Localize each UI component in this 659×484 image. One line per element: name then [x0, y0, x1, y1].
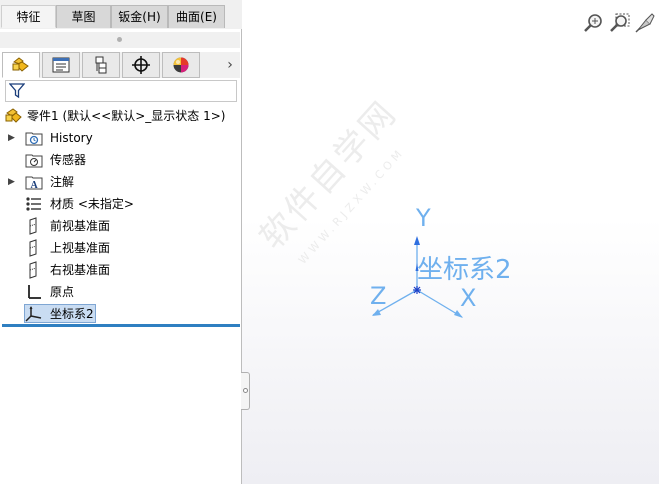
- tab-displaymanager[interactable]: [162, 52, 200, 78]
- rollback-bar[interactable]: [2, 324, 240, 327]
- appearance-sphere-icon: [173, 57, 189, 73]
- z-axis-arrow: [372, 309, 381, 316]
- origin-icon: [28, 285, 41, 299]
- tree-item-label: 上视基准面: [50, 241, 111, 255]
- tree-item-label: History: [50, 131, 93, 145]
- tree-item-label: 注解: [50, 175, 75, 189]
- grip-dot-icon: [117, 37, 122, 42]
- plane-icon: [29, 217, 37, 235]
- tab-sketch[interactable]: 草图: [56, 5, 111, 28]
- zoom-to-area-icon[interactable]: [609, 12, 631, 34]
- tab-featuremanager[interactable]: [2, 52, 40, 78]
- coordinate-system-icon: [25, 306, 42, 322]
- filter-funnel-icon: [9, 83, 25, 99]
- plane-icon: [29, 239, 37, 257]
- tree-item-label: 原点: [50, 285, 75, 299]
- tree-item-label: 前视基准面: [50, 219, 111, 233]
- tree-item-right-plane[interactable]: 右视基准面: [8, 260, 240, 280]
- tree-item-front-plane[interactable]: 前视基准面: [8, 216, 240, 236]
- part-icon: [5, 108, 22, 123]
- annotation-folder-icon: A: [25, 176, 43, 191]
- zoom-to-fit-icon[interactable]: [583, 12, 605, 34]
- tree-item-label: 右视基准面: [50, 263, 111, 277]
- expand-arrow-icon[interactable]: ▶: [8, 128, 16, 148]
- tab-propertymanager[interactable]: [42, 52, 80, 78]
- tree-item-material[interactable]: 材质 <未指定>: [8, 194, 240, 214]
- tree-item-sensors[interactable]: 传感器: [8, 150, 240, 170]
- configuration-icon: [95, 56, 107, 74]
- expand-arrow-icon[interactable]: ▶: [8, 172, 16, 192]
- splitter-grip-icon: [243, 388, 248, 393]
- z-axis-label: Z: [370, 282, 387, 310]
- tabs-more-chevron-icon[interactable]: ›: [223, 56, 237, 74]
- tree-item-label: 传感器: [50, 153, 87, 167]
- coordinate-system-label: 坐标系2: [417, 255, 512, 285]
- tab-sheet-metal[interactable]: 钣金(H): [111, 5, 168, 28]
- plane-icon: [29, 261, 37, 279]
- origin-star-icon: [413, 286, 421, 294]
- sensor-folder-icon: [25, 154, 43, 168]
- tab-surfaces[interactable]: 曲面(E): [168, 5, 225, 28]
- tab-dimxpertmanager[interactable]: [122, 52, 160, 78]
- tree-item-top-plane[interactable]: 上视基准面: [8, 238, 240, 258]
- manager-tabs: [2, 52, 240, 78]
- tree-filter-field[interactable]: [5, 80, 237, 102]
- tab-features[interactable]: 特征: [1, 5, 56, 28]
- property-list-icon: [52, 57, 70, 73]
- tree-root-part[interactable]: 零件1 (默认<<默认>_显示状态 1>): [4, 106, 240, 126]
- tree-root-label: 零件1 (默认<<默认>_显示状态 1>): [27, 109, 226, 123]
- x-axis-label: X: [460, 284, 477, 312]
- y-axis-label: Y: [416, 204, 431, 232]
- tree-item-label: 坐标系2: [50, 307, 94, 321]
- tree-item-label: 材质 <未指定>: [50, 197, 134, 211]
- tree-item-coordinate-system[interactable]: 坐标系2: [8, 304, 240, 324]
- tree-item-origin[interactable]: 原点: [8, 282, 240, 302]
- feature-tree-icon: [12, 57, 29, 72]
- previous-view-icon[interactable]: [634, 12, 656, 34]
- material-icon: [26, 197, 41, 211]
- svg-text:A: A: [31, 180, 39, 191]
- crosshair-target-icon: [132, 56, 150, 74]
- y-axis-arrow: [414, 236, 420, 245]
- tab-configurationmanager[interactable]: [82, 52, 120, 78]
- tree-item-annotations[interactable]: ▶ A 注解: [8, 172, 240, 192]
- history-folder-icon: [25, 132, 43, 146]
- tree-item-history[interactable]: ▶ History: [8, 128, 240, 148]
